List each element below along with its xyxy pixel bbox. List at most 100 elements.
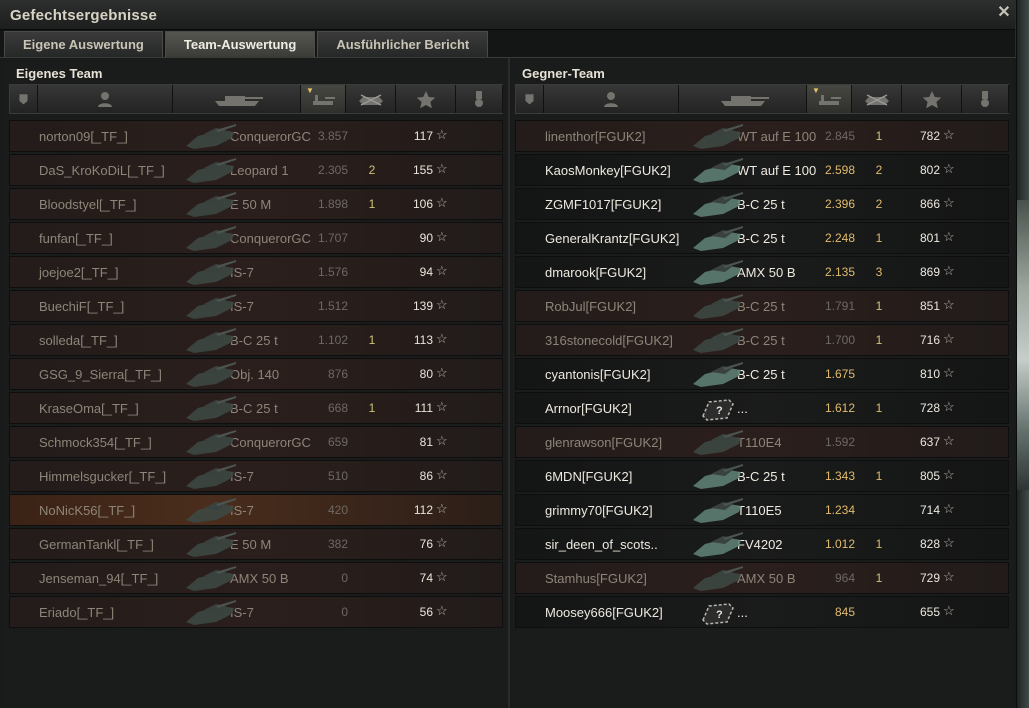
player-name: BuechiF[_TF_] bbox=[39, 299, 125, 314]
kills-value: 3 bbox=[875, 265, 883, 279]
tab-eigene-auswertung[interactable]: Eigene Auswertung bbox=[4, 31, 163, 57]
player-row[interactable]: funfan[_TF_] ConquerorGC 1.707 90 ☆ bbox=[9, 222, 503, 254]
xp-value: 56 bbox=[419, 605, 433, 619]
player-row[interactable]: joejoe2[_TF_] IS-7 1.576 94 ☆ bbox=[9, 256, 503, 288]
xp-value: 139 bbox=[412, 299, 433, 313]
tank-icon bbox=[186, 464, 236, 489]
damage-value: 845 bbox=[834, 605, 855, 619]
xp-value: 106 bbox=[412, 197, 433, 211]
player-row[interactable]: linenthor[FGUK2] WT auf E 100 2.845 1 782 ☆ bbox=[515, 120, 1009, 152]
player-row[interactable]: GeneralKrantz[FGUK2] B-C 25 t 2.248 1 801 ☆ bbox=[515, 222, 1009, 254]
sort-kills-column[interactable] bbox=[852, 85, 902, 113]
player-row[interactable]: NoNicK56[_TF_] IS-7 420 112 ☆ bbox=[9, 494, 503, 526]
damage-value: 1.791 bbox=[824, 299, 855, 313]
xp-value: 94 bbox=[419, 265, 433, 279]
player-row[interactable]: cyantonis[FGUK2] B-C 25 t 1.675 810 ☆ bbox=[515, 358, 1009, 390]
damage-value: 1.700 bbox=[824, 333, 855, 347]
kills-value: 2 bbox=[875, 197, 883, 211]
star-icon: ☆ bbox=[436, 297, 448, 312]
tab-team-auswertung[interactable]: Team-Auswertung bbox=[164, 31, 316, 57]
player-name: linenthor[FGUK2] bbox=[545, 129, 646, 144]
player-row[interactable]: GermanTankl[_TF_] E 50 M 382 76 ☆ bbox=[9, 528, 503, 560]
vehicle-name: B-C 25 t bbox=[737, 367, 785, 382]
player-row[interactable]: DaS_KroKoDiL[_TF_] Leopard 1 2.305 2 155 ☆ bbox=[9, 154, 503, 186]
damage-value: 1.592 bbox=[824, 435, 855, 449]
sort-player-column[interactable] bbox=[38, 85, 173, 113]
player-row[interactable]: 316stonecold[FGUK2] B-C 25 t 1.700 1 716 ☆ bbox=[515, 324, 1009, 356]
player-row[interactable]: glenrawson[FGUK2] T110E4 1.592 637 ☆ bbox=[515, 426, 1009, 458]
player-row[interactable]: norton09[_TF_] ConquerorGC 3.857 117 ☆ bbox=[9, 120, 503, 152]
player-name: glenrawson[FGUK2] bbox=[545, 435, 663, 450]
vehicle-name: T110E4 bbox=[737, 435, 782, 450]
battle-results-window: Gefechtsergebnisse ✕ Eigene Auswertung T… bbox=[0, 0, 1016, 708]
player-row[interactable]: sir_deen_of_scots.. FV4202 1.012 1 828 ☆ bbox=[515, 528, 1009, 560]
player-row[interactable]: GSG_9_Sierra[_TF_] Obj. 140 876 80 ☆ bbox=[9, 358, 503, 390]
svg-text:?: ? bbox=[716, 405, 723, 417]
tank-icon bbox=[186, 498, 236, 523]
player-row[interactable]: BuechiF[_TF_] IS-7 1.512 139 ☆ bbox=[9, 290, 503, 322]
vehicle-thumbnail bbox=[689, 564, 743, 592]
star-icon: ☆ bbox=[943, 501, 955, 516]
xp-value: 637 bbox=[919, 435, 940, 449]
sort-medal-column[interactable] bbox=[456, 85, 503, 113]
sort-tank-column[interactable] bbox=[679, 85, 807, 113]
kills-value: 1 bbox=[368, 333, 376, 347]
player-row[interactable]: Arrnor[FGUK2]... 1.612 1 728? ☆ bbox=[515, 392, 1009, 424]
kills-value: 1 bbox=[875, 231, 883, 245]
sort-squad-column[interactable] bbox=[10, 85, 38, 113]
sort-medal-column[interactable] bbox=[962, 85, 1009, 113]
own-team-title: Eigenes Team bbox=[16, 66, 103, 81]
vehicle-thumbnail bbox=[689, 530, 743, 558]
vehicle-name: B-C 25 t bbox=[737, 469, 785, 484]
tank-icon bbox=[186, 532, 236, 557]
sort-damage-column[interactable]: ▼ bbox=[807, 85, 852, 113]
sort-damage-column[interactable]: ▼ bbox=[301, 85, 346, 113]
player-row[interactable]: Himmelsgucker[_TF_] IS-7 510 86 ☆ bbox=[9, 460, 503, 492]
vehicle-thumbnail bbox=[689, 496, 743, 524]
sort-tank-column[interactable] bbox=[173, 85, 301, 113]
vehicle-name: B-C 25 t bbox=[737, 299, 785, 314]
player-row[interactable]: solleda[_TF_] B-C 25 t 1.102 1 113 ☆ bbox=[9, 324, 503, 356]
xp-value: 802 bbox=[919, 163, 940, 177]
star-icon: ☆ bbox=[436, 433, 448, 448]
star-icon: ☆ bbox=[436, 127, 448, 142]
player-row[interactable]: Stamhus[FGUK2] AMX 50 B 964 1 729 ☆ bbox=[515, 562, 1009, 594]
player-row[interactable]: KraseOma[_TF_] B-C 25 t 668 1 111 ☆ bbox=[9, 392, 503, 424]
player-row[interactable]: ZGMF1017[FGUK2] B-C 25 t 2.396 2 866 ☆ bbox=[515, 188, 1009, 220]
player-row[interactable]: RobJul[FGUK2] B-C 25 t 1.791 1 851 ☆ bbox=[515, 290, 1009, 322]
vehicle-thumbnail: ? bbox=[689, 394, 743, 422]
xp-value: 86 bbox=[419, 469, 433, 483]
kills-value: 1 bbox=[875, 469, 883, 483]
player-row[interactable]: grimmy70[FGUK2] T110E5 1.234 714 ☆ bbox=[515, 494, 1009, 526]
sort-xp-column[interactable] bbox=[902, 85, 962, 113]
player-row[interactable]: Eriado[_TF_] IS-7 0 56 ☆ bbox=[9, 596, 503, 628]
player-row[interactable]: dmarook[FGUK2] AMX 50 B 2.135 3 869 ☆ bbox=[515, 256, 1009, 288]
player-row[interactable]: Schmock354[_TF_] ConquerorGC 659 81 ☆ bbox=[9, 426, 503, 458]
player-row[interactable]: Jenseman_94[_TF_] AMX 50 B 0 74 ☆ bbox=[9, 562, 503, 594]
kills-value: 1 bbox=[875, 571, 883, 585]
kills-value: 1 bbox=[875, 129, 883, 143]
vehicle-thumbnail bbox=[689, 360, 743, 388]
unknown-tank-icon: ? bbox=[702, 399, 734, 421]
player-row[interactable]: KaosMonkey[FGUK2] WT auf E 100 2.598 2 802 ☆ bbox=[515, 154, 1009, 186]
tank-icon bbox=[186, 192, 236, 217]
sort-squad-column[interactable] bbox=[516, 85, 544, 113]
player-row[interactable]: Bloodstyel[_TF_] E 50 M 1.898 1 106 ☆ bbox=[9, 188, 503, 220]
sort-xp-column[interactable] bbox=[396, 85, 456, 113]
vehicle-thumbnail bbox=[182, 122, 236, 150]
damage-value: 2.305 bbox=[317, 163, 348, 177]
tank-icon bbox=[693, 498, 743, 523]
damage-value: 2.396 bbox=[824, 197, 855, 211]
vehicle-thumbnail bbox=[689, 428, 743, 456]
player-name: cyantonis[FGUK2] bbox=[545, 367, 651, 382]
xp-value: 714 bbox=[919, 503, 940, 517]
sort-player-column[interactable] bbox=[544, 85, 679, 113]
player-row[interactable]: 6MDN[FGUK2] B-C 25 t 1.343 1 805 ☆ bbox=[515, 460, 1009, 492]
tab-ausfuehrlicher-bericht[interactable]: Ausführlicher Bericht bbox=[317, 31, 489, 57]
player-row[interactable]: Moosey666[FGUK2]... 845 655? ☆ bbox=[515, 596, 1009, 628]
vehicle-thumbnail bbox=[182, 530, 236, 558]
player-name: funfan[_TF_] bbox=[39, 231, 113, 246]
close-icon[interactable]: ✕ bbox=[995, 4, 1013, 22]
sort-kills-column[interactable] bbox=[346, 85, 396, 113]
xp-value: 155 bbox=[412, 163, 433, 177]
